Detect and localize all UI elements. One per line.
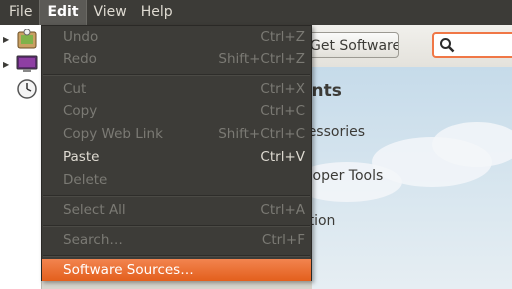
software-center-icon (17, 29, 37, 49)
menu-item-delete[interactable]: Delete (42, 169, 311, 191)
menu-item-paste[interactable]: Paste Ctrl+V (42, 146, 311, 168)
menu-item-label: Delete (63, 172, 108, 188)
departments-heading: ents (312, 81, 342, 101)
menu-item-accel: Ctrl+Z (260, 29, 305, 45)
menu-item-accel: Shift+Ctrl+Z (218, 51, 305, 67)
menu-item-copy[interactable]: Copy Ctrl+C (42, 100, 311, 122)
menu-item-redo[interactable]: Redo Shift+Ctrl+Z (42, 48, 311, 70)
menu-file[interactable]: File (0, 0, 39, 25)
search-input[interactable] (432, 32, 512, 58)
menu-help[interactable]: Help (134, 0, 180, 25)
navigation-pane: ▶ ▶ (0, 25, 42, 289)
menu-separator (43, 225, 310, 227)
menubar: File Edit View Help (0, 0, 512, 25)
menu-item-accel: Ctrl+C (260, 103, 305, 119)
history-clock-icon (17, 79, 37, 99)
menu-item-search[interactable]: Search… Ctrl+F (42, 229, 311, 251)
menu-item-label: Copy (63, 103, 98, 119)
menu-item-software-sources[interactable]: Software Sources… (42, 259, 311, 281)
menu-separator (43, 195, 310, 197)
menu-separator (43, 74, 310, 76)
menu-item-copy-web-link[interactable]: Copy Web Link Shift+Ctrl+C (42, 123, 311, 145)
menu-item-label: Paste (63, 149, 100, 165)
category-accessories[interactable]: cessories (312, 124, 365, 140)
menu-separator (43, 255, 310, 257)
menu-item-label: Search… (63, 232, 123, 248)
menu-item-accel: Ctrl+V (260, 149, 305, 165)
menu-item-cut[interactable]: Cut Ctrl+X (42, 78, 311, 100)
edit-menu: Undo Ctrl+Z Redo Shift+Ctrl+Z Cut Ctrl+X… (41, 25, 312, 281)
menu-item-label: Redo (63, 51, 97, 67)
menu-item-label: Undo (63, 29, 99, 45)
menu-item-label: Copy Web Link (63, 126, 163, 142)
menu-edit[interactable]: Edit (39, 0, 87, 25)
nav-item-get-software[interactable]: ▶ (0, 28, 41, 50)
menu-item-label: Select All (63, 202, 126, 218)
menu-item-undo[interactable]: Undo Ctrl+Z (42, 26, 311, 48)
menu-item-accel: Ctrl+F (261, 232, 305, 248)
menu-item-label: Cut (63, 81, 87, 97)
category-education[interactable]: ation (312, 213, 335, 229)
departments-view: ents cessories eloper Tools ation s (312, 67, 512, 289)
menu-item-select-all[interactable]: Select All Ctrl+A (42, 199, 311, 221)
menu-item-label: Software Sources… (63, 262, 194, 278)
menu-item-accel: Ctrl+X (260, 81, 305, 97)
nav-item-installed-software[interactable]: ▶ (0, 53, 41, 75)
menu-view[interactable]: View (87, 0, 134, 25)
search-icon (440, 38, 455, 53)
expander-arrow-icon[interactable]: ▶ (3, 60, 9, 69)
menu-item-accel: Shift+Ctrl+C (218, 126, 305, 142)
nav-item-history[interactable] (0, 78, 41, 100)
computer-icon (16, 55, 38, 72)
expander-arrow-icon[interactable]: ▶ (3, 35, 9, 44)
cloud-decoration (432, 122, 512, 167)
menu-item-accel: Ctrl+A (260, 202, 305, 218)
category-developer-tools[interactable]: eloper Tools (312, 168, 383, 184)
